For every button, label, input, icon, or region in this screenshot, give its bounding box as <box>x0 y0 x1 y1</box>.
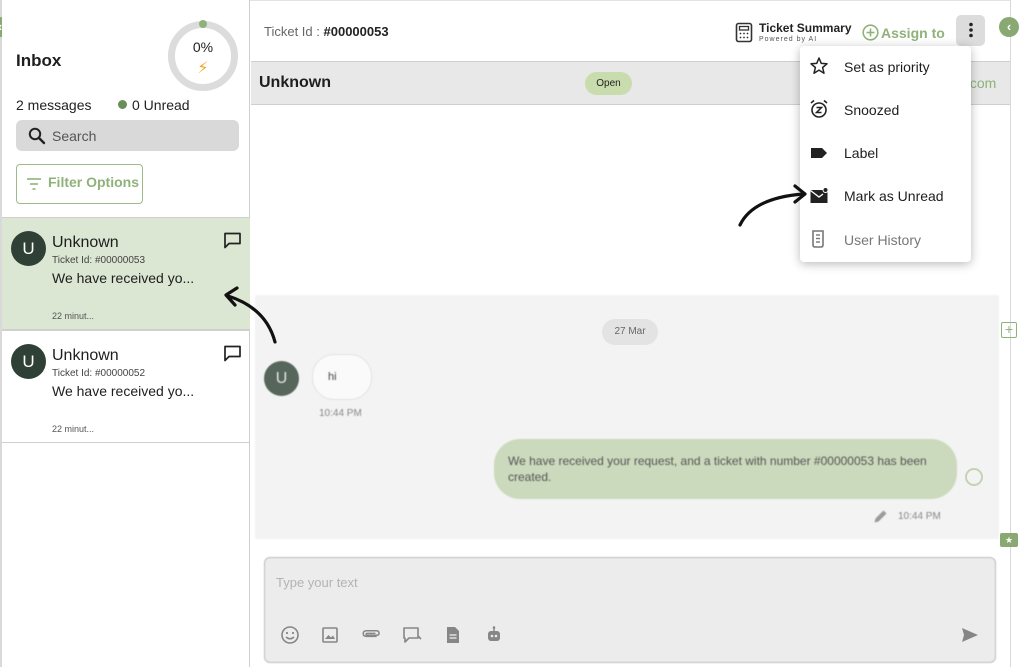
ticket-id-header: Ticket Id : #00000053 <box>264 24 389 39</box>
collapse-right-panel-button[interactable]: ‹ <box>999 17 1019 37</box>
canned-response-icon[interactable] <box>402 625 422 645</box>
inbox-title: Inbox <box>16 51 62 70</box>
outgoing-message: We have received your request, and a tic… <box>494 439 957 499</box>
progress-ring-marker <box>199 20 207 28</box>
message-input[interactable] <box>276 571 876 593</box>
ticket-summary-subtitle: Powered by AI <box>759 36 818 43</box>
avatar: U <box>264 361 299 396</box>
conversation-preview: We have received yo... <box>52 383 195 399</box>
conversation-ticket-id: Ticket Id: #00000053 <box>52 255 146 266</box>
menu-item-label: User History <box>844 232 922 248</box>
send-icon[interactable] <box>960 625 980 645</box>
message-count: 2 messages <box>16 97 92 113</box>
menu-item-label: Label <box>844 145 879 161</box>
search-input[interactable] <box>52 121 232 150</box>
kebab-vertical-icon <box>968 22 973 38</box>
progress-percentage: 0% <box>192 39 214 55</box>
conversation-preview: We have received yo... <box>52 270 195 286</box>
status-badge[interactable]: Open <box>585 72 632 95</box>
more-options-button[interactable] <box>956 15 985 46</box>
chat-bubble-icon <box>224 232 241 249</box>
menu-item-label: Snoozed <box>844 102 900 118</box>
annotation-arrow-icon <box>738 184 807 227</box>
search-icon <box>28 127 46 145</box>
outgoing-message-time: 10:44 PM <box>898 511 941 522</box>
bot-icon[interactable] <box>484 625 504 645</box>
date-separator: 27 Mar <box>602 319 658 345</box>
pencil-edit-icon[interactable] <box>872 508 889 525</box>
add-circle-icon <box>862 24 879 41</box>
conversation-ticket-id: Ticket Id: #00000052 <box>52 368 146 379</box>
star-icon <box>810 57 828 74</box>
conversation-name: Unknown <box>52 234 119 251</box>
annotation-arrow-icon <box>224 286 277 344</box>
calculator-icon[interactable] <box>735 22 753 43</box>
label-tag-icon <box>811 148 827 158</box>
message-status-icon <box>965 468 983 486</box>
lightning-bolt-icon: ⚡ <box>197 60 209 77</box>
add-panel-icon[interactable]: + <box>1001 322 1017 338</box>
emoji-icon[interactable] <box>280 625 300 645</box>
assign-to-button[interactable]: Assign to <box>881 25 945 41</box>
history-document-icon <box>812 230 824 248</box>
ticket-id-value: #00000053 <box>323 24 389 39</box>
unread-status-dot <box>118 100 127 109</box>
menu-item-label: Set as priority <box>844 59 930 75</box>
conversation-time: 22 minut... <box>52 424 95 434</box>
document-icon[interactable] <box>443 625 463 645</box>
ticket-icon[interactable]: ★ <box>1000 533 1018 547</box>
avatar: U <box>11 231 46 266</box>
contact-name: Unknown <box>259 74 331 91</box>
avatar: U <box>11 344 46 379</box>
filter-options-label: Filter Options <box>48 174 139 190</box>
menu-item-label: Mark as Unread <box>844 188 944 204</box>
image-icon[interactable] <box>320 625 340 645</box>
progress-ring <box>168 21 238 91</box>
ticket-id-label: Ticket Id : <box>264 24 320 39</box>
conversation-time: 22 minut... <box>52 311 95 321</box>
incoming-message-time: 10:44 PM <box>319 408 362 419</box>
ticket-summary-button[interactable]: Ticket Summary <box>759 21 852 35</box>
unread-count: 0 Unread <box>132 97 190 113</box>
conversation-name: Unknown <box>52 347 119 364</box>
snooze-clock-icon <box>810 99 828 118</box>
incoming-message: hi <box>312 354 372 400</box>
filter-icon <box>27 178 41 190</box>
attachment-icon[interactable] <box>361 625 381 645</box>
